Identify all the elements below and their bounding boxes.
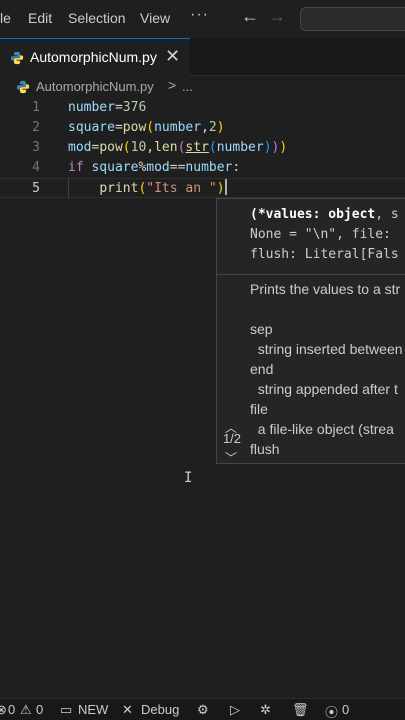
tab-bar: AutomorphicNum.py ✕ — [0, 38, 405, 76]
signature-active-param: (*values: object — [250, 207, 376, 222]
signature-line-2: None = "\n", file: — [250, 227, 391, 242]
trash-icon[interactable]: 🗑 — [292, 702, 309, 718]
breadcrumb-file[interactable]: AutomorphicNum.py — [36, 79, 154, 94]
forward-arrow-icon[interactable]: → — [268, 6, 286, 27]
text-cursor — [224, 179, 227, 195]
code-line[interactable]: 1 number=376 — [0, 98, 405, 118]
line-number: 1 — [32, 100, 40, 115]
python-icon — [10, 51, 24, 65]
status-bar: ⊗ 0 ⚠ 0 ▭ NEW ✕ Debug ⚙ ▷ ✲ 🗑 ⦿ 0 — [0, 698, 405, 720]
ports-count[interactable]: 0 — [342, 702, 349, 717]
broadcast-icon[interactable]: ⦿ — [325, 702, 338, 720]
new-button[interactable]: NEW — [78, 702, 108, 717]
menu-file[interactable]: le — [0, 10, 11, 26]
error-count[interactable]: 0 — [8, 702, 15, 717]
code-line[interactable]: 3 mod=pow(10,len(str(number))) — [0, 138, 405, 158]
code-text: print("Its an ") — [99, 179, 227, 196]
code-text: number=376 — [68, 100, 147, 115]
more-menu-button[interactable]: ··· — [190, 6, 209, 24]
signature-help-popup[interactable]: (*values: object, s None = "\n", file: f… — [216, 198, 405, 464]
menu-selection[interactable]: Selection — [68, 10, 126, 26]
menu-edit[interactable]: Edit — [28, 10, 52, 26]
code-line-active[interactable]: 5 print("Its an ") — [0, 178, 405, 198]
title-bar: le Edit Selection View ··· ← → — [0, 0, 405, 38]
menu-view[interactable]: View — [140, 10, 170, 26]
code-line[interactable]: 4 if square%mod==number: — [0, 158, 405, 178]
line-number: 2 — [32, 120, 40, 135]
code-line[interactable]: 2 square=pow(number,2) — [0, 118, 405, 138]
code-text: square=pow(number,2) — [68, 120, 225, 135]
chevron-down-icon[interactable]: ﹀ — [225, 449, 237, 463]
close-icon[interactable]: ✕ — [165, 46, 180, 67]
breadcrumb: AutomorphicNum.py > ... — [0, 76, 405, 98]
gear-icon[interactable]: ⚙ — [197, 702, 209, 718]
breadcrumb-more[interactable]: ... — [182, 79, 193, 94]
tab-automorphicnum[interactable]: AutomorphicNum.py ✕ — [0, 38, 190, 76]
warning-count[interactable]: 0 — [36, 702, 43, 717]
line-number: 3 — [32, 140, 40, 155]
warning-icon[interactable]: ⚠ — [20, 702, 32, 718]
debug-button[interactable]: Debug — [141, 702, 179, 717]
signature-text: (*values: object, s None = "\n", file: f… — [250, 207, 399, 262]
tab-label: AutomorphicNum.py — [30, 49, 157, 65]
python-icon — [16, 80, 30, 94]
back-arrow-icon[interactable]: ← — [241, 6, 259, 27]
run-icon[interactable]: ▷ — [230, 702, 240, 718]
tools-icon: ✕ — [122, 702, 133, 717]
bug-icon[interactable]: ✲ — [260, 702, 271, 718]
overload-counter: 1/2 — [222, 431, 242, 446]
divider — [217, 274, 405, 275]
signature-documentation: Prints the values to a str sep string in… — [250, 281, 403, 463]
line-number: 4 — [32, 160, 40, 175]
line-number: 5 — [32, 181, 40, 196]
signature-line-3: flush: Literal[Fals — [250, 247, 399, 262]
command-center-search[interactable] — [300, 7, 405, 31]
indent-guide — [68, 178, 69, 198]
code-text: if square%mod==number: — [68, 160, 241, 175]
mouse-ibeam-icon: Ι — [184, 470, 193, 486]
chevron-right-icon: > — [168, 77, 177, 93]
folder-icon: ▭ — [60, 702, 73, 717]
error-icon[interactable]: ⊗ — [0, 702, 7, 718]
code-text: mod=pow(10,len(str(number))) — [68, 140, 288, 155]
